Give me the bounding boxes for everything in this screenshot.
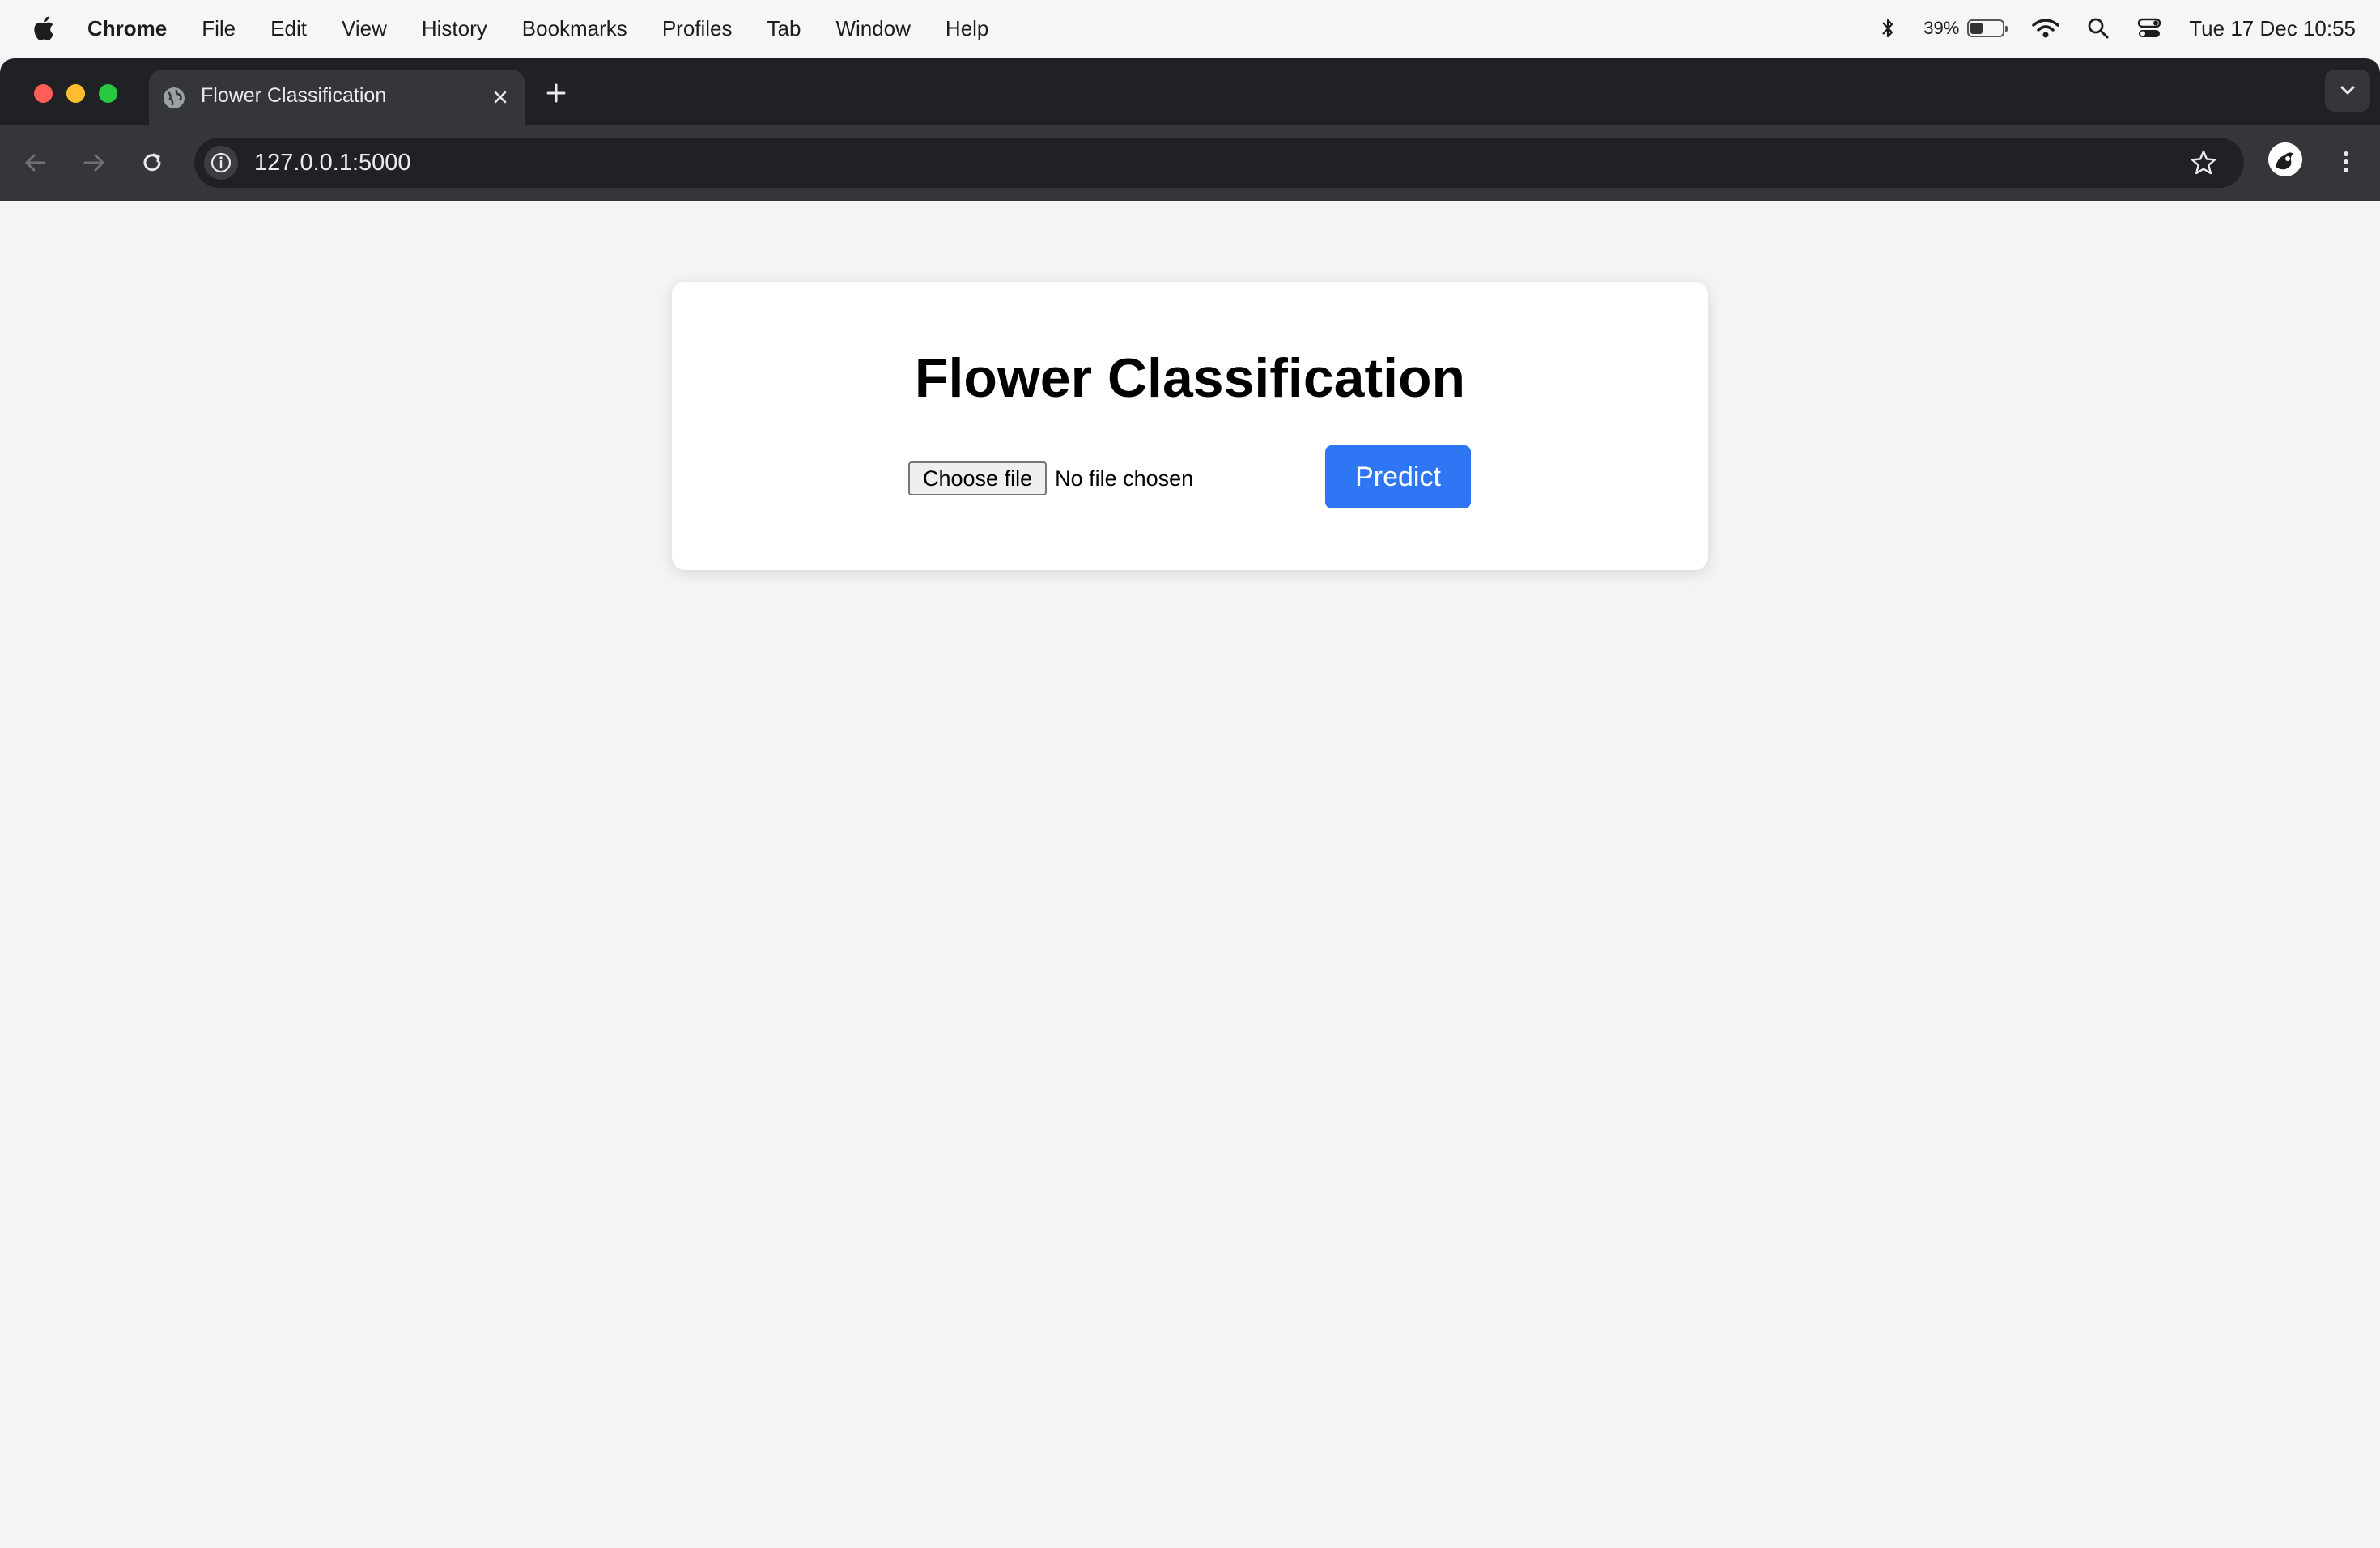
- bluetooth-icon[interactable]: [1880, 16, 1896, 40]
- tab-title: Flower Classification: [201, 84, 387, 107]
- menu-tab[interactable]: Tab: [767, 16, 801, 41]
- control-center-icon[interactable]: [2137, 17, 2161, 40]
- menu-help[interactable]: Help: [946, 16, 988, 41]
- forward-arrow-icon[interactable]: [78, 147, 110, 179]
- reload-icon[interactable]: [136, 147, 168, 179]
- back-arrow-icon[interactable]: [19, 147, 52, 179]
- profile-avatar[interactable]: [2268, 142, 2302, 176]
- macos-menubar: Chrome File Edit View History Bookmarks …: [0, 0, 2380, 57]
- browser-window: Flower Classification 127.0.0.1:5000 Flo…: [0, 58, 2380, 1548]
- status-area: 39% Tue 17 Dec 10:55: [1852, 0, 2356, 57]
- site-info-button[interactable]: [204, 146, 238, 180]
- spotlight-search-icon[interactable]: [2087, 17, 2110, 40]
- chevron-down-icon: [2340, 86, 2355, 95]
- minimize-window-button[interactable]: [66, 84, 85, 103]
- info-icon: [210, 152, 232, 173]
- menu-profiles[interactable]: Profiles: [662, 16, 733, 41]
- menu-bookmarks[interactable]: Bookmarks: [522, 16, 627, 41]
- more-options-icon[interactable]: [2330, 146, 2362, 178]
- address-bar[interactable]: 127.0.0.1:5000: [194, 138, 2244, 188]
- classification-card: Flower Classification Choose file No fil…: [672, 282, 1708, 570]
- menu-history[interactable]: History: [422, 16, 487, 41]
- tab-flower-classification[interactable]: Flower Classification: [149, 70, 525, 125]
- profile-picture-icon: [2268, 142, 2302, 176]
- wifi-icon[interactable]: [2032, 18, 2060, 39]
- page-title: Flower Classification: [914, 347, 1466, 409]
- file-status-text: No file chosen: [1055, 466, 1194, 491]
- globe-icon: [164, 87, 185, 108]
- menu-app-chrome[interactable]: Chrome: [87, 16, 167, 41]
- menu-window[interactable]: Window: [835, 16, 910, 41]
- clock[interactable]: Tue 17 Dec 10:55: [2189, 16, 2356, 41]
- zoom-window-button[interactable]: [99, 84, 117, 103]
- browser-toolbar: 127.0.0.1:5000: [0, 125, 2380, 201]
- battery-icon[interactable]: [1967, 19, 2008, 37]
- menu-items: Chrome File Edit View History Bookmarks …: [87, 0, 1023, 57]
- bookmark-star-icon[interactable]: [2189, 148, 2218, 177]
- tab-search-button[interactable]: [2325, 70, 2370, 112]
- menu-view[interactable]: View: [342, 16, 387, 41]
- close-window-button[interactable]: [34, 84, 53, 103]
- file-input[interactable]: Choose file No file chosen: [908, 461, 1193, 495]
- menu-file[interactable]: File: [202, 16, 236, 41]
- tab-strip: Flower Classification: [0, 58, 2380, 125]
- apple-logo-icon[interactable]: [31, 15, 55, 42]
- new-tab-icon[interactable]: [542, 79, 570, 107]
- menu-edit[interactable]: Edit: [270, 16, 307, 41]
- battery-percent: 39%: [1923, 18, 1960, 38]
- page-viewport: Flower Classification Choose file No fil…: [0, 201, 2380, 1548]
- battery-level-fill: [1970, 23, 1983, 34]
- close-tab-icon[interactable]: [487, 84, 513, 110]
- url-text[interactable]: 127.0.0.1:5000: [254, 150, 411, 176]
- choose-file-button[interactable]: Choose file: [908, 461, 1048, 495]
- predict-button[interactable]: Predict: [1325, 445, 1471, 508]
